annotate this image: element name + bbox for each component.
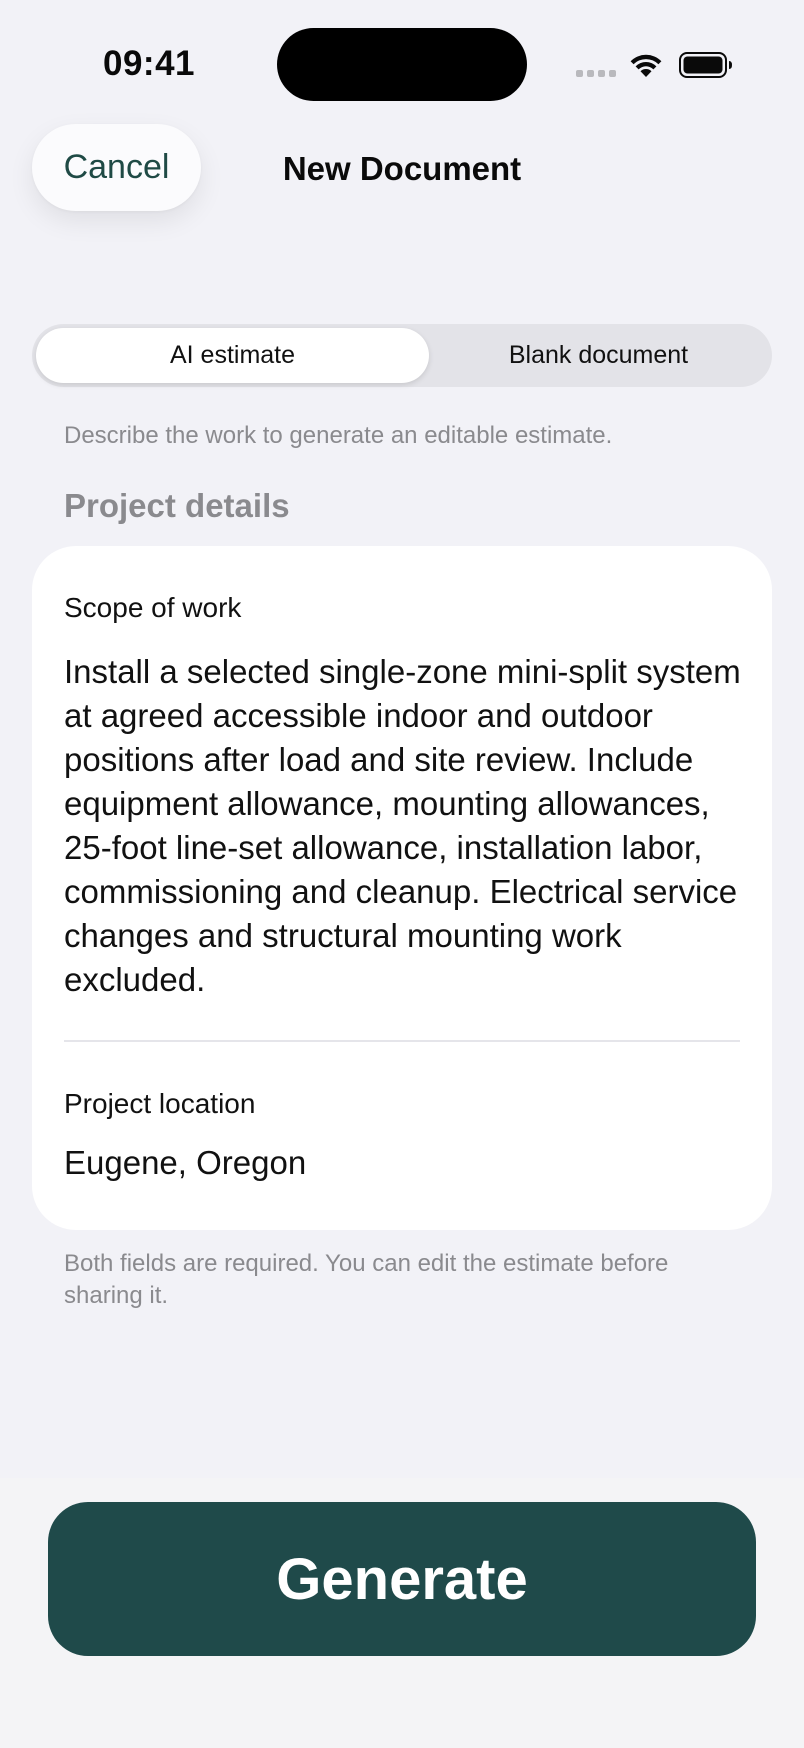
project-details-card: Scope of work Install a selected single-… [32, 546, 772, 1230]
status-time: 09:41 [103, 44, 196, 83]
page-title: New Document [282, 150, 522, 187]
project-location-label: Project location [64, 1088, 256, 1119]
scope-of-work-field[interactable]: Install a selected single-zone mini-spli… [64, 650, 746, 1002]
bottom-action-area: Generate [0, 1478, 804, 1748]
segment-ai-estimate[interactable]: AI estimate [36, 328, 429, 383]
field-divider [64, 1040, 740, 1042]
generate-button[interactable]: Generate [48, 1502, 756, 1656]
battery-icon [679, 52, 732, 78]
status-bar: 09:41 [0, 0, 804, 130]
section-heading: Project details [64, 487, 290, 524]
project-location-field[interactable]: Eugene, Oregon [64, 1144, 306, 1182]
required-fields-note: Both fields are required. You can edit t… [64, 1250, 669, 1309]
segment-blank-document[interactable]: Blank document [429, 328, 768, 383]
scope-of-work-label: Scope of work [64, 592, 242, 623]
navigation-bar: Cancel New Document [0, 120, 804, 220]
signal-icon [576, 70, 616, 80]
wifi-icon [630, 54, 662, 77]
helper-text: Describe the work to generate an editabl… [64, 422, 613, 449]
mode-segmented-control: AI estimate Blank document [32, 324, 772, 387]
dynamic-island [277, 28, 527, 101]
